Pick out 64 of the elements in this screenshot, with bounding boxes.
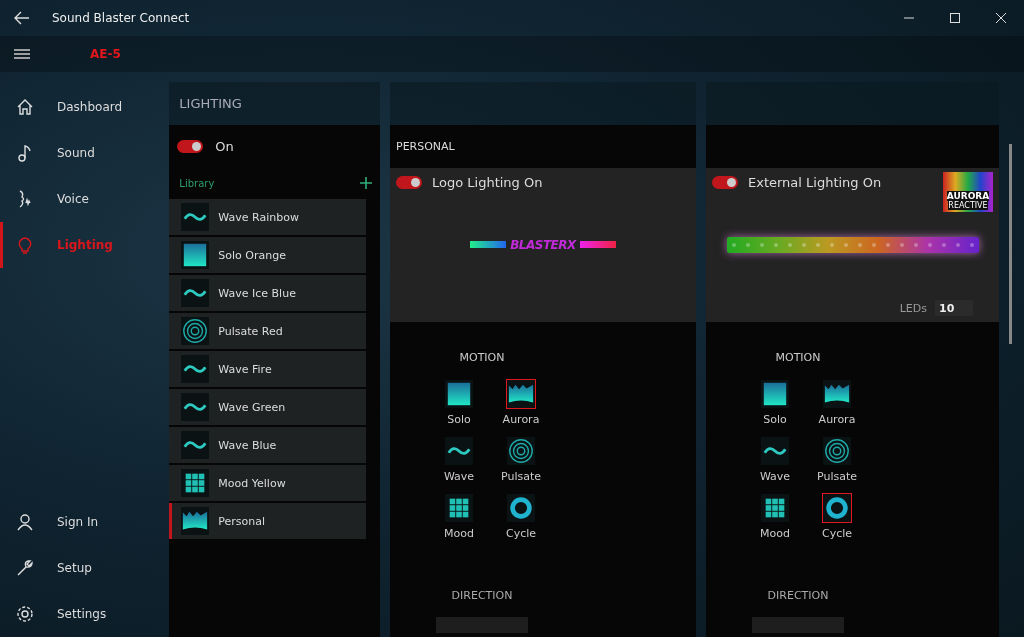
motion-label[interactable]: Aurora — [502, 413, 540, 426]
device-name: AE-5 — [90, 47, 121, 61]
leds-label: LEDs — [899, 301, 927, 315]
person-icon — [15, 512, 35, 532]
nav-item[interactable]: Dashboard — [0, 84, 170, 130]
motion-label[interactable]: Pulsate — [501, 470, 541, 483]
motion-label[interactable]: Mood — [444, 527, 474, 540]
toggle-switch[interactable] — [396, 175, 422, 189]
direction-title: DIRECTION — [450, 589, 514, 602]
wave-icon — [180, 392, 211, 422]
motion-label[interactable]: Wave — [759, 470, 791, 483]
menu-icon[interactable] — [14, 47, 30, 61]
library-item[interactable]: Solo Orange — [169, 237, 367, 273]
nav-item[interactable]: Sign In — [0, 499, 170, 545]
motion-label[interactable]: Aurora — [818, 413, 856, 426]
nav-item[interactable]: Settings — [0, 591, 170, 637]
nav-item[interactable]: Sound — [0, 130, 170, 176]
aurora-badge: AURORA REACTIVE — [943, 172, 993, 212]
motion-label[interactable]: Mood — [760, 527, 790, 540]
nav-item[interactable]: Voice — [0, 176, 170, 222]
nav-item[interactable]: Setup — [0, 545, 170, 591]
library-item[interactable]: Wave Green — [169, 389, 367, 425]
library-item[interactable]: Wave Blue — [169, 427, 367, 463]
maximize-icon[interactable] — [950, 13, 960, 23]
wave-icon — [180, 430, 211, 460]
wave-icon — [180, 202, 211, 232]
motion-label[interactable]: Cycle — [505, 527, 537, 540]
logo-drawing: BLASTERX — [470, 237, 616, 252]
library-item[interactable]: Wave Fire — [169, 351, 367, 387]
gear-icon — [15, 604, 35, 624]
toggle-switch[interactable] — [712, 175, 738, 189]
leds-input[interactable]: 10 — [935, 300, 973, 316]
toggle-label: External Lighting On — [748, 174, 882, 190]
aurora-icon — [180, 506, 211, 536]
window-title: Sound Blaster Connect — [52, 11, 190, 25]
library-item[interactable]: Pulsate Red — [169, 313, 367, 349]
library-item[interactable]: Personal — [169, 503, 367, 539]
wave-icon — [180, 278, 211, 308]
library-item[interactable]: Mood Yellow — [169, 465, 367, 501]
wave-icon — [180, 354, 211, 384]
motion-title: MOTION — [458, 351, 506, 366]
toggle-label: On — [215, 138, 234, 154]
direction-title: DIRECTION — [766, 589, 830, 602]
section-label: Library — [179, 177, 215, 189]
home-icon — [15, 97, 35, 117]
panel-title: LIGHTING — [169, 82, 380, 125]
pulsate-icon — [180, 316, 211, 346]
solo-icon — [180, 240, 211, 270]
toggle-label: Logo Lighting On — [432, 174, 543, 190]
mood-icon — [180, 468, 211, 498]
library-item[interactable]: Wave Rainbow — [169, 199, 367, 235]
toggle-switch[interactable] — [177, 139, 204, 153]
motion-label[interactable]: Pulsate — [817, 470, 857, 483]
motion-label[interactable]: Cycle — [821, 527, 853, 540]
motion-title: MOTION — [774, 351, 822, 366]
scrollbar[interactable] — [1009, 144, 1012, 344]
motion-label[interactable]: Wave — [443, 470, 475, 483]
wrench-icon — [15, 558, 35, 578]
motion-label[interactable]: Solo — [447, 413, 471, 426]
section-title: PERSONAL — [396, 140, 455, 153]
motion-label[interactable]: Solo — [763, 413, 787, 426]
add-icon[interactable] — [360, 177, 372, 189]
close-icon[interactable] — [996, 13, 1006, 23]
library-item[interactable]: Wave Ice Blue — [169, 275, 367, 311]
